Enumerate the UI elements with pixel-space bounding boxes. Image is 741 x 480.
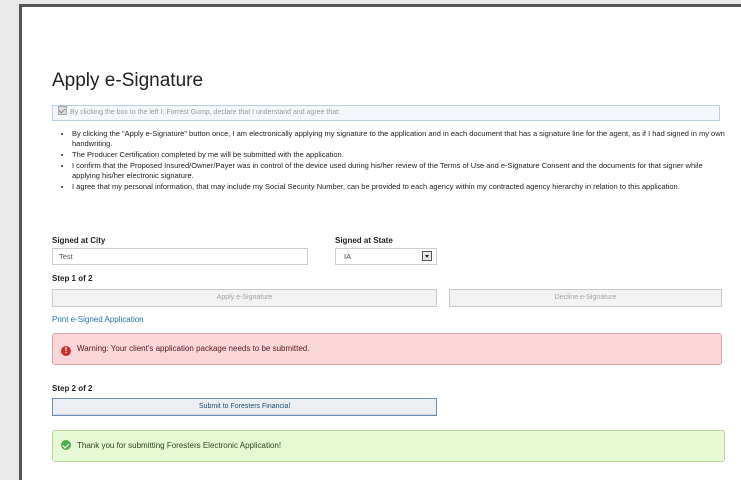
success-text: Thank you for submitting Foresters Elect… <box>77 441 282 450</box>
chevron-down-icon[interactable] <box>422 251 432 261</box>
terms-list: By clicking the "Apply e-Signature" butt… <box>52 129 732 193</box>
page-title: Apply e-Signature <box>52 70 204 91</box>
exclamation-icon: ! <box>61 346 71 356</box>
state-label: Signed at State <box>335 236 393 245</box>
agreement-checkbox[interactable] <box>58 106 67 115</box>
state-select[interactable]: IA <box>335 248 437 265</box>
submit-button[interactable]: Submit to Foresters Financial <box>52 398 437 416</box>
application-window: Apply e-Signature By clicking the box to… <box>19 4 741 480</box>
apply-esignature-button[interactable]: Apply e-Signature <box>52 289 437 307</box>
success-alert: Thank you for submitting Foresters Elect… <box>52 430 725 462</box>
city-label: Signed at City <box>52 236 106 245</box>
agreement-checkbox-row[interactable]: By clicking the box to the left I, Forre… <box>52 105 720 121</box>
terms-item: I confirm that the Proposed Insured/Owne… <box>72 161 732 181</box>
print-esigned-application-link[interactable]: Print e-Signed Application <box>52 315 144 324</box>
city-input[interactable]: Test <box>52 248 308 265</box>
decline-esignature-button[interactable]: Decline e-Signature <box>449 289 722 307</box>
checkmark-icon <box>61 440 71 450</box>
terms-item: By clicking the "Apply e-Signature" butt… <box>72 129 732 149</box>
warning-alert: ! Warning: Your client's application pack… <box>52 333 722 365</box>
state-selected-value: IA <box>344 252 352 261</box>
warning-text: Warning: Your client's application packa… <box>77 344 310 353</box>
step2-label: Step 2 of 2 <box>52 384 93 393</box>
step1-label: Step 1 of 2 <box>52 274 93 283</box>
terms-item: I agree that my personal information, th… <box>72 182 732 192</box>
agreement-text: By clicking the box to the left I, Forre… <box>70 109 341 116</box>
terms-item: The Producer Certification completed by … <box>72 150 732 160</box>
